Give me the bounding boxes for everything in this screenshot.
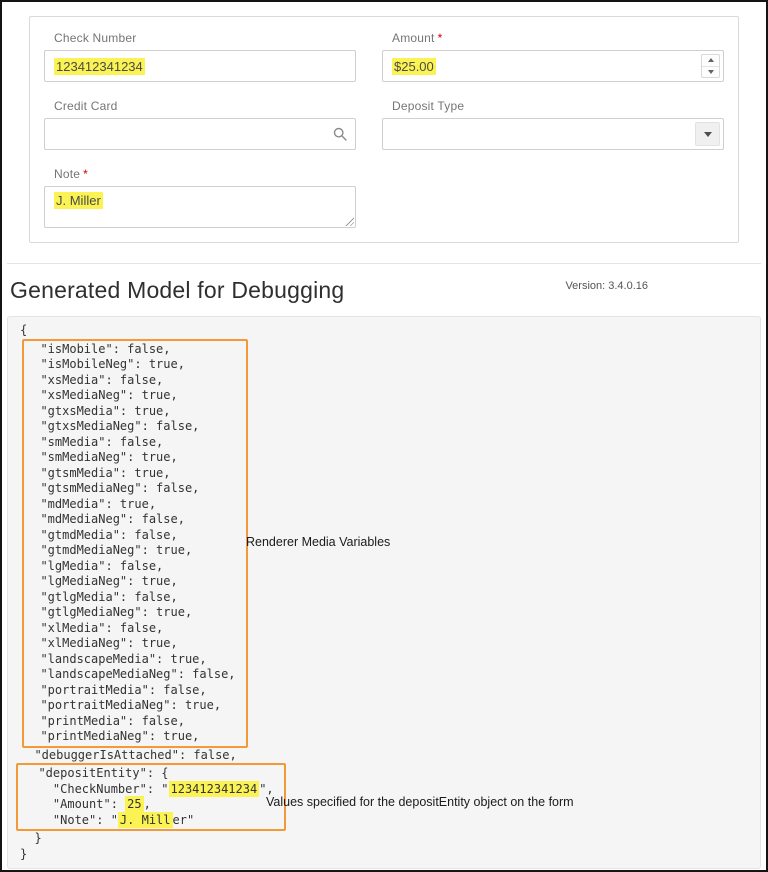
amount-spinner	[701, 54, 720, 78]
note-label-text: Note	[54, 167, 80, 181]
amount-label-text: Amount	[392, 31, 435, 45]
debug-header: Generated Model for Debugging Version: 3…	[7, 263, 761, 316]
highlighted-code-text: 123412341234	[169, 781, 260, 797]
code-line: "gtlgMediaNeg": true,	[26, 605, 236, 621]
media-variables-annotation-box: "isMobile": false, "isMobileNeg": true, …	[22, 339, 248, 748]
check-number-label: Check Number	[44, 31, 356, 50]
code-line: "depositEntity": {	[24, 766, 274, 782]
code-line: "xsMedia": false,	[26, 373, 236, 389]
field-check-number: Check Number 123412341234	[44, 31, 356, 82]
code-line: "Note": "J. Miller"	[24, 813, 274, 829]
highlighted-code-text: 25	[125, 796, 143, 812]
note-value: J. Miller	[54, 192, 103, 209]
code-line: "landscapeMedia": true,	[26, 652, 236, 668]
code-line: "gtxsMediaNeg": false,	[26, 419, 236, 435]
deposit-type-dropdown-button[interactable]	[695, 122, 720, 146]
media-variables-annotation: Renderer Media Variables	[246, 535, 390, 551]
deposit-form-panel: Check Number 123412341234 Amount* $25.00	[29, 16, 739, 243]
debug-model-code-block: { "isMobile": false, "isMobileNeg": true…	[7, 316, 761, 869]
page: Check Number 123412341234 Amount* $25.00	[7, 16, 761, 869]
code-line: "lgMediaNeg": true,	[26, 574, 236, 590]
credit-card-input[interactable]	[44, 118, 356, 150]
deposit-type-label-text: Deposit Type	[392, 99, 464, 113]
chevron-down-icon	[704, 132, 712, 137]
code-line: "gtsmMedia": true,	[26, 466, 236, 482]
arrow-down-icon	[708, 70, 714, 74]
code-line: "smMedia": false,	[26, 435, 236, 451]
code-line: "printMedia": false,	[26, 714, 236, 730]
code-line: "printMediaNeg": true,	[26, 729, 236, 745]
code-line: "debuggerIsAttached": false,	[20, 748, 750, 764]
highlighted-code-text: J. Mill	[118, 812, 173, 828]
amount-value: $25.00	[392, 58, 436, 75]
code-line: "mdMedia": true,	[26, 497, 236, 513]
form-grid: Check Number 123412341234 Amount* $25.00	[44, 31, 724, 228]
amount-label: Amount*	[382, 31, 724, 50]
spinner-up-button[interactable]	[702, 55, 719, 66]
deposit-type-select[interactable]	[382, 118, 724, 150]
code-line: "lgMedia": false,	[26, 559, 236, 575]
code-line: "Amount": 25,	[24, 797, 274, 813]
credit-card-lookup-button[interactable]	[333, 119, 347, 149]
code-line: "xlMedia": false,	[26, 621, 236, 637]
code-line: "CheckNumber": "123412341234",	[24, 782, 274, 798]
check-number-value: 123412341234	[54, 58, 145, 75]
code-line: {	[20, 323, 750, 339]
code-line: "gtxsMedia": true,	[26, 404, 236, 420]
required-asterisk: *	[83, 167, 88, 181]
credit-card-label: Credit Card	[44, 99, 356, 118]
deposit-type-label: Deposit Type	[382, 99, 724, 118]
code-line: "portraitMedia": false,	[26, 683, 236, 699]
code-closing-lines: }}	[20, 831, 750, 862]
page-title: Generated Model for Debugging	[10, 277, 344, 304]
code-line: }	[20, 847, 750, 863]
note-textarea[interactable]: J. Miller	[44, 186, 356, 228]
field-note: Note* J. Miller	[44, 167, 356, 228]
code-line: "smMediaNeg": true,	[26, 450, 236, 466]
grid-spacer	[382, 167, 724, 228]
version-label: Version: 3.4.0.16	[565, 280, 758, 292]
code-line: "isMobileNeg": true,	[26, 357, 236, 373]
required-asterisk: *	[438, 31, 443, 45]
code-line: "gtlgMedia": false,	[26, 590, 236, 606]
spinner-down-button[interactable]	[702, 66, 719, 78]
code-line: "landscapeMediaNeg": false,	[26, 667, 236, 683]
check-number-label-text: Check Number	[54, 31, 136, 45]
field-deposit-type: Deposit Type	[382, 99, 724, 150]
credit-card-label-text: Credit Card	[54, 99, 118, 113]
code-line: "gtsmMediaNeg": false,	[26, 481, 236, 497]
code-line: "gtmdMediaNeg": true,	[26, 543, 236, 559]
code-line: "portraitMediaNeg": true,	[26, 698, 236, 714]
field-credit-card: Credit Card	[44, 99, 356, 150]
code-line: "gtmdMedia": false,	[26, 528, 236, 544]
field-amount: Amount* $25.00	[382, 31, 724, 82]
deposit-entity-annotation: Values specified for the depositEntity o…	[266, 795, 574, 811]
note-label: Note*	[44, 167, 356, 186]
code-line: "xlMediaNeg": true,	[26, 636, 236, 652]
check-number-input[interactable]: 123412341234	[44, 50, 356, 82]
deposit-entity-annotation-box: "depositEntity": { "CheckNumber": "12341…	[16, 763, 286, 831]
code-line: "xsMediaNeg": true,	[26, 388, 236, 404]
code-line: "mdMediaNeg": false,	[26, 512, 236, 528]
code-line: "isMobile": false,	[26, 342, 236, 358]
arrow-up-icon	[708, 58, 714, 62]
search-icon	[333, 127, 347, 141]
amount-input[interactable]: $25.00	[382, 50, 724, 82]
code-line: }	[20, 831, 750, 847]
resize-handle[interactable]	[344, 216, 354, 226]
